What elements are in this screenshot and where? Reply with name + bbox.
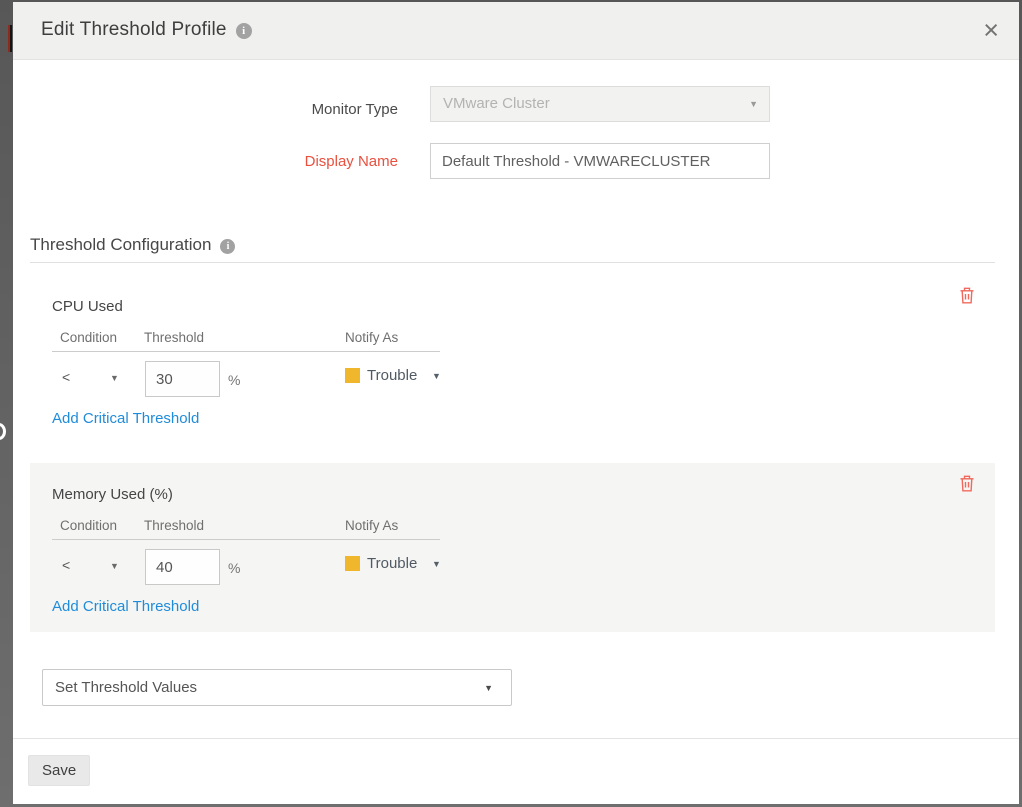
attribute-title: Memory Used (%) (52, 486, 173, 503)
column-header-threshold: Threshold (144, 330, 204, 345)
chevron-down-icon: ▼ (432, 560, 441, 569)
edit-threshold-profile-modal: Edit Threshold Profile i × Monitor Type V… (13, 2, 1019, 804)
condition-value: < (62, 369, 70, 385)
condition-select[interactable]: < ▼ (62, 369, 122, 389)
chevron-down-icon: ▼ (432, 372, 441, 381)
unit-label: % (228, 372, 240, 388)
column-header-threshold: Threshold (144, 518, 204, 533)
display-name-input[interactable] (430, 143, 770, 179)
attribute-title: CPU Used (52, 298, 123, 315)
close-icon[interactable]: × (983, 16, 999, 44)
trash-glyph (959, 287, 975, 304)
column-header-notify-as: Notify As (345, 518, 398, 533)
column-header-condition: Condition (60, 330, 117, 345)
threshold-block-memory-used: Memory Used (%) Condition Threshold Noti… (30, 463, 995, 632)
threshold-value-input[interactable] (145, 549, 220, 585)
delete-icon[interactable] (959, 287, 975, 304)
add-critical-threshold-link[interactable]: Add Critical Threshold (52, 598, 199, 615)
chevron-down-icon: ▼ (110, 562, 119, 571)
monitor-type-value: VMware Cluster (431, 87, 769, 121)
footer-divider (13, 738, 1019, 739)
chevron-down-icon: ▼ (749, 100, 758, 109)
trouble-status-color-swatch (345, 556, 360, 571)
chevron-down-icon: ▼ (484, 684, 493, 693)
delete-icon[interactable] (959, 475, 975, 492)
condition-value: < (62, 557, 70, 573)
trash-glyph (959, 475, 975, 492)
save-button[interactable]: Save (28, 755, 90, 786)
add-critical-threshold-link[interactable]: Add Critical Threshold (52, 410, 199, 427)
section-title: Threshold Configuration i (30, 235, 235, 255)
threshold-value-input[interactable] (145, 361, 220, 397)
column-header-divider (52, 351, 440, 352)
section-title-text: Threshold Configuration (30, 235, 211, 254)
background-text-fragment (8, 25, 12, 52)
info-icon: i (236, 23, 252, 39)
modal-title-text: Edit Threshold Profile (41, 19, 227, 40)
modal-header: Edit Threshold Profile i × (13, 2, 1019, 60)
unit-label: % (228, 560, 240, 576)
notify-as-value: Trouble (367, 367, 417, 384)
background-text-fragment (0, 423, 6, 440)
condition-select[interactable]: < ▼ (62, 557, 122, 577)
chevron-down-icon: ▼ (110, 374, 119, 383)
column-header-condition: Condition (60, 518, 117, 533)
display-name-label: Display Name (13, 153, 398, 170)
set-threshold-values-value: Set Threshold Values (43, 670, 511, 705)
trouble-status-color-swatch (345, 368, 360, 383)
column-header-notify-as: Notify As (345, 330, 398, 345)
section-divider (30, 262, 995, 263)
info-icon: i (220, 239, 235, 254)
notify-as-value: Trouble (367, 555, 417, 572)
monitor-type-label: Monitor Type (13, 101, 398, 118)
monitor-type-select: VMware Cluster ▼ (430, 86, 770, 122)
column-header-divider (52, 539, 440, 540)
threshold-block-cpu-used: CPU Used Condition Threshold Notify As <… (30, 275, 995, 444)
page-title: Edit Threshold Profile i (41, 19, 252, 41)
set-threshold-values-select[interactable]: Set Threshold Values ▼ (42, 669, 512, 706)
